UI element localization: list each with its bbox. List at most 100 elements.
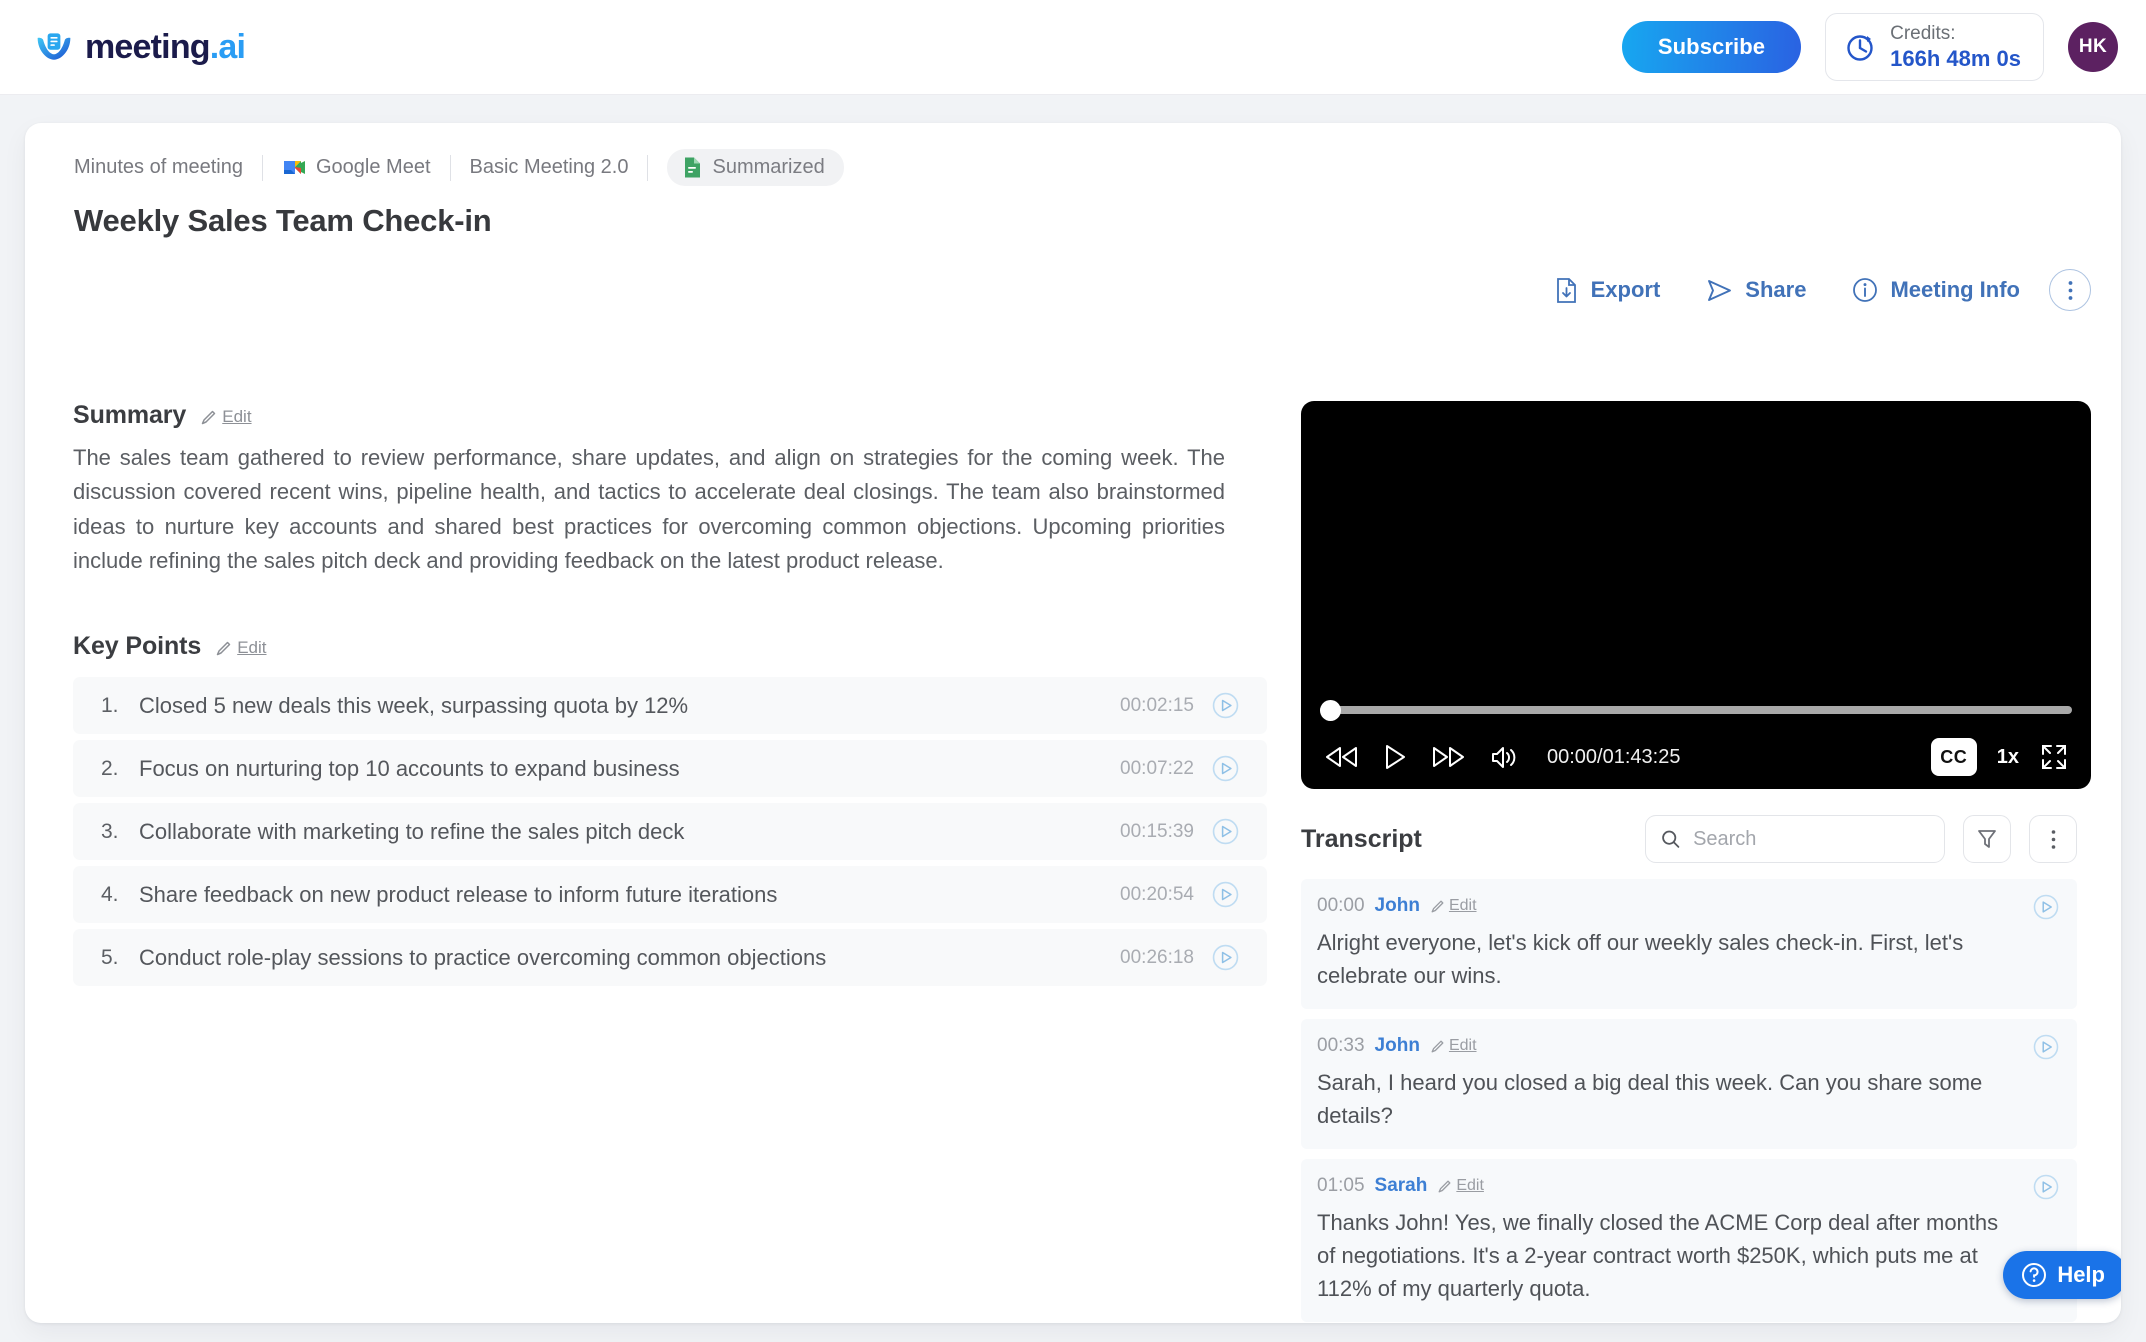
- subscribe-button[interactable]: Subscribe: [1621, 20, 1802, 73]
- timer-icon: [1847, 35, 1873, 61]
- question-circle-icon: [2022, 1263, 2047, 1287]
- play-icon[interactable]: [1212, 881, 1239, 908]
- play-icon[interactable]: [1212, 755, 1239, 782]
- app-header: meeting.ai Subscribe Credits: 166h 48m 0…: [0, 0, 2146, 95]
- breadcrumb-label: Basic Meeting 2.0: [469, 156, 629, 178]
- transcript-entry[interactable]: 00:33 John Edit Sarah, I heard you close…: [1301, 1019, 2077, 1149]
- transcript-entry-meta: 00:33 John Edit: [1317, 1035, 2017, 1057]
- share-label: Share: [1745, 277, 1807, 302]
- key-point-row[interactable]: 5. Conduct role-play sessions to practic…: [73, 929, 1267, 987]
- key-point-timestamp: 00:20:54: [1120, 883, 1194, 905]
- play-icon[interactable]: [1212, 692, 1239, 719]
- transcript-search[interactable]: [1645, 815, 1945, 863]
- pencil-icon: [1438, 1180, 1451, 1192]
- transcript-list: 00:00 John Edit Alright everyone, let's …: [1301, 879, 2077, 1323]
- transcript-edit-link[interactable]: Edit: [1430, 1037, 1477, 1055]
- page-title: Weekly Sales Team Check-in: [74, 203, 492, 238]
- avatar[interactable]: HK: [2068, 21, 2118, 72]
- key-point-row[interactable]: 4. Share feedback on new product release…: [73, 866, 1267, 924]
- breadcrumb-item-minutes[interactable]: Minutes of meeting: [47, 156, 262, 179]
- summary-header: Summary Edit: [73, 401, 1267, 430]
- key-point-number: 3.: [101, 819, 119, 843]
- more-options-button[interactable]: [2049, 269, 2091, 311]
- summary-edit-link[interactable]: Edit: [200, 407, 252, 430]
- transcript-text: Alright everyone, let's kick off our wee…: [1317, 930, 1964, 988]
- key-point-text: Focus on nurturing top 10 accounts to ex…: [139, 755, 680, 781]
- card-header: Minutes of meeting Google Meet Basic Mee…: [25, 123, 2121, 239]
- share-button[interactable]: Share: [1683, 277, 1829, 303]
- breadcrumb-divider: [647, 154, 649, 181]
- meeting-info-button[interactable]: Meeting Info: [1829, 277, 2043, 303]
- key-points-title: Key Points: [73, 632, 202, 661]
- play-icon: [1386, 745, 1405, 769]
- transcript-header: Transcript: [1301, 815, 2077, 863]
- seek-track[interactable]: [1320, 706, 2072, 714]
- transcript-edit-link[interactable]: Edit: [1430, 897, 1477, 915]
- kebab-menu-icon: [2051, 829, 2055, 849]
- transcript-entry[interactable]: 01:05 Sarah Edit Thanks John! Yes, we fi…: [1301, 1159, 2077, 1322]
- search-input[interactable]: [1693, 827, 1930, 851]
- info-icon: [1853, 278, 1878, 302]
- rewind-button[interactable]: [1323, 744, 1361, 770]
- transcript-title: Transcript: [1301, 824, 1422, 853]
- play-icon[interactable]: [1212, 944, 1239, 971]
- transcript-entry-meta: 01:05 Sarah Edit: [1317, 1175, 2017, 1197]
- header-actions: Subscribe Credits: 166h 48m 0s HK: [1621, 12, 2118, 82]
- key-points-edit-link[interactable]: Edit: [215, 638, 267, 661]
- play-button[interactable]: [1383, 743, 1407, 771]
- key-point-text: Closed 5 new deals this week, surpassing…: [139, 692, 689, 718]
- video-seek-bar[interactable]: [1320, 700, 2072, 721]
- fullscreen-icon: [2042, 745, 2066, 769]
- play-icon[interactable]: [2033, 894, 2059, 920]
- transcript-text: Sarah, I heard you closed a big deal thi…: [1317, 1070, 1983, 1128]
- key-point-row[interactable]: 3. Collaborate with marketing to refine …: [73, 803, 1267, 861]
- summary-text: The sales team gathered to review perfor…: [73, 445, 1225, 573]
- transcript-edit-link[interactable]: Edit: [1437, 1177, 1484, 1195]
- summary-edit-label: Edit: [222, 407, 252, 426]
- summary-panel: Summary Edit The sales team gathered to …: [25, 401, 1301, 1323]
- breadcrumb-item-meeting-type[interactable]: Basic Meeting 2.0: [451, 156, 648, 179]
- breadcrumb-item-google-meet[interactable]: Google Meet: [263, 156, 450, 179]
- transcript-menu-button[interactable]: [2029, 815, 2077, 863]
- credits-card[interactable]: Credits: 166h 48m 0s: [1825, 12, 2044, 82]
- play-icon[interactable]: [2033, 1174, 2059, 1200]
- key-point-number: 4.: [101, 882, 119, 906]
- play-icon[interactable]: [1212, 818, 1239, 845]
- brand-logo[interactable]: meeting.ai: [34, 27, 246, 67]
- status-badge-label: Summarized: [712, 156, 825, 178]
- transcript-entry[interactable]: 00:00 John Edit Alright everyone, let's …: [1301, 879, 2077, 1009]
- transcript-edit-label: Edit: [1456, 1177, 1484, 1194]
- video-controls-right: CC 1x: [1930, 738, 2069, 776]
- key-point-timestamp: 00:15:39: [1120, 820, 1194, 842]
- transcript-timestamp: 01:05: [1317, 1175, 1365, 1196]
- export-button[interactable]: Export: [1531, 277, 1684, 304]
- key-point-row[interactable]: 1. Closed 5 new deals this week, surpass…: [73, 677, 1267, 735]
- fullscreen-button[interactable]: [2039, 742, 2069, 772]
- key-point-text: Conduct role-play sessions to practice o…: [139, 944, 827, 970]
- transcript-speaker: John: [1374, 895, 1420, 916]
- help-button[interactable]: Help: [2003, 1251, 2121, 1299]
- transcript-filter-button[interactable]: [1963, 815, 2011, 863]
- captions-button[interactable]: CC: [1930, 738, 1977, 776]
- play-icon[interactable]: [2033, 1034, 2059, 1060]
- seek-handle[interactable]: [1320, 700, 1341, 721]
- media-transcript-panel: 00:00/01:43:25 CC 1x Transcript Search 0…: [1301, 401, 2121, 1323]
- document-icon: [685, 157, 701, 178]
- transcript-text: Thanks John! Yes, we finally closed the …: [1317, 1210, 1999, 1301]
- summary-title: Summary: [73, 401, 187, 429]
- brand-text: meeting.ai: [85, 28, 246, 66]
- status-badge[interactable]: Summarized: [667, 149, 844, 186]
- brand-name: meeting: [85, 28, 211, 66]
- video-player[interactable]: 00:00/01:43:25 CC 1x: [1301, 401, 2091, 789]
- export-icon: [1556, 277, 1576, 303]
- volume-button[interactable]: [1489, 744, 1519, 771]
- meeting-detail-card: Minutes of meeting Google Meet Basic Mee…: [25, 123, 2121, 1323]
- credits-value: 166h 48m 0s: [1890, 45, 2021, 71]
- pencil-icon: [202, 410, 216, 424]
- playback-speed-button[interactable]: 1x: [1997, 746, 2019, 769]
- key-point-row[interactable]: 2. Focus on nurturing top 10 accounts to…: [73, 740, 1267, 798]
- fast-forward-button[interactable]: [1429, 744, 1467, 770]
- key-point-timestamp: 00:07:22: [1120, 757, 1194, 779]
- transcript-speaker: John: [1374, 1035, 1420, 1056]
- key-point-number: 5.: [101, 945, 119, 969]
